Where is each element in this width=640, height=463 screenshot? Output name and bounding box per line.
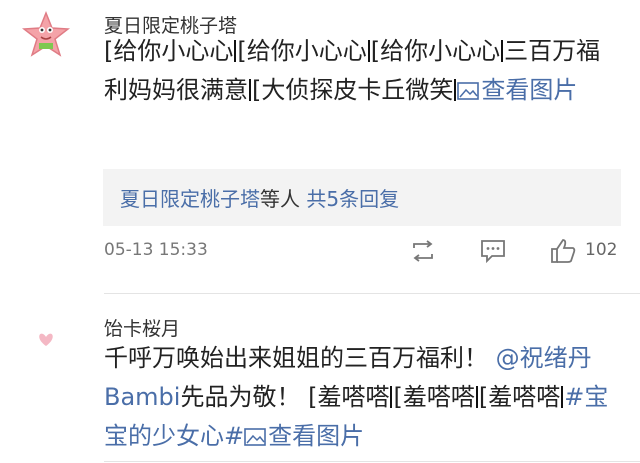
reply-user[interactable]: 夏日限定桃子塔 <box>120 187 260 211</box>
emoticon-text: [给你小心心 <box>104 37 234 65</box>
reply-middle: 等人 <box>260 187 300 211</box>
emoticon-text: [羞嗒嗒 <box>478 383 561 411</box>
comment-divider <box>104 461 640 462</box>
thumbs-up-icon[interactable] <box>548 237 578 265</box>
repost-icon[interactable] <box>408 237 438 265</box>
picture-icon <box>244 428 266 446</box>
emoticon-text: [大侦探皮卡丘微笑 <box>252 76 454 104</box>
comment-body: 千呼万唤始出来姐姐的三百万福利！ @祝绪丹Bambi先品为敬！ [羞嗒嗒 [羞嗒嗒… <box>104 339 624 456</box>
pink-heart-avatar-icon[interactable] <box>22 315 70 363</box>
patrick-star-avatar-icon[interactable] <box>22 10 70 58</box>
comment-icon[interactable] <box>478 237 508 265</box>
view-image-link[interactable]: 查看图片 <box>244 422 364 450</box>
timestamp: 05-13 15:33 <box>104 240 208 260</box>
emoticon-text: [给你小心心 <box>370 37 501 65</box>
reply-count[interactable]: 共5条回复 <box>306 187 399 211</box>
view-image-link[interactable]: 查看图片 <box>457 76 577 104</box>
emoticon-text: [给你小心心 <box>237 37 367 65</box>
comment-body: [给你小心心 [给你小心心 [给你小心心 三百万福利妈妈很满意 [大侦探皮卡丘微笑 查看图… <box>104 32 624 110</box>
like-count: 102 <box>585 240 618 260</box>
comment-divider <box>104 293 640 294</box>
comment-username[interactable]: 饴卡桜月 <box>104 314 180 341</box>
emoticon-text: [羞嗒嗒 <box>393 383 475 411</box>
comment-text: 千呼万唤始出来姐姐的三百万福利！ <box>104 344 488 372</box>
emoticon-text: [羞嗒嗒 <box>308 383 390 411</box>
picture-icon <box>457 82 480 100</box>
reply-preview-box[interactable]: 夏日限定桃子塔等人 共5条回复 <box>103 169 621 226</box>
comment-text: 先品为敬！ <box>180 383 301 411</box>
